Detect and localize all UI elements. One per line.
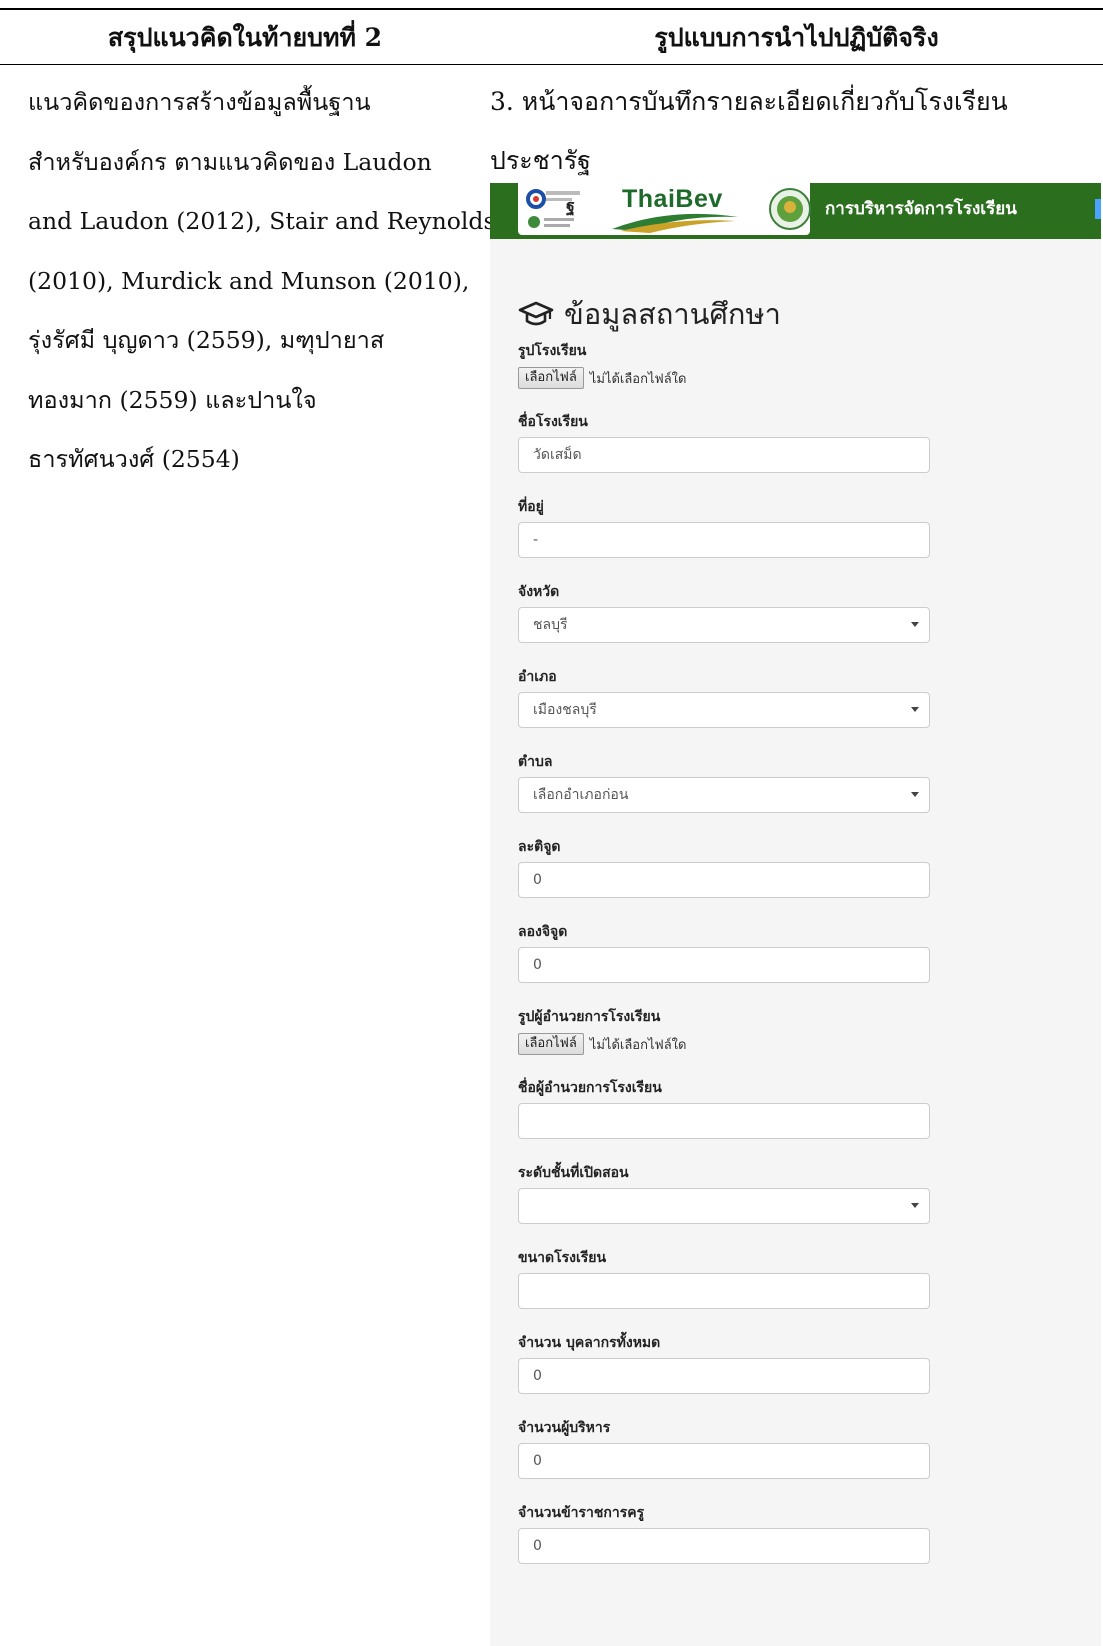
pracharat-school-logo-icon: ฐ <box>526 189 580 228</box>
choose-school-photo-button[interactable]: เลือกไฟล์ <box>518 367 584 389</box>
teachers-input[interactable]: 0 <box>518 1528 930 1564</box>
thaibev-logo-text: ThaiBev <box>622 185 723 213</box>
system-title: การบริหารจัดการโรงเรียน <box>825 199 1017 219</box>
district-select[interactable]: เมืองชลบุรี <box>518 692 930 728</box>
chevron-down-icon <box>911 1203 919 1208</box>
header-rule <box>0 64 1103 65</box>
choose-director-photo-button[interactable]: เลือกไฟล์ <box>518 1033 584 1055</box>
text-line: (2010), Murdick and Munson (2010), <box>28 266 470 295</box>
total-staff-input[interactable]: 0 <box>518 1358 930 1394</box>
text-line: สำหรับองค์กร ตามแนวคิดของ Laudon <box>28 147 432 176</box>
school-form-screenshot: ฐ ThaiBev การบริหารจัดการโรงเรียน ข้อมูล… <box>490 183 1101 1646</box>
right-column-header: รูปแบบการนำไปปฏิบัติจริง <box>654 23 939 52</box>
administrators-label: จำนวนผู้บริหาร <box>518 1420 611 1436</box>
total-staff-label: จำนวน บุคลากรทั้งหมด <box>518 1335 661 1351</box>
concept-summary-text: แนวคิดของการสร้างข้อมูลพื้นฐาน สำหรับองค… <box>28 78 496 495</box>
page-title: ข้อมูลสถานศึกษา <box>518 291 781 337</box>
app-banner: ฐ ThaiBev การบริหารจัดการโรงเรียน <box>490 183 1101 239</box>
director-name-input[interactable] <box>518 1103 930 1139</box>
province-label: จังหวัด <box>518 584 560 600</box>
address-input[interactable]: - <box>518 522 930 558</box>
logo-strip: ฐ ThaiBev <box>518 183 811 235</box>
director-name-label: ชื่อผู้อำนวยการโรงเรียน <box>518 1080 662 1096</box>
svg-text:ฐ: ฐ <box>566 196 575 216</box>
grade-levels-select[interactable] <box>518 1188 930 1224</box>
longitude-input[interactable]: 0 <box>518 947 930 983</box>
implementation-caption: 3. หน้าจอการบันทึกรายละเอียดเกี่ยวกับโรง… <box>490 78 1090 196</box>
province-select[interactable]: ชลบุรี <box>518 607 930 643</box>
caption-line: 3. หน้าจอการบันทึกรายละเอียดเกี่ยวกับโรง… <box>490 87 1008 116</box>
school-size-input[interactable] <box>518 1273 930 1309</box>
text-line: ทองมาก (2559) และปานใจ <box>28 385 317 414</box>
subdistrict-label: ตำบล <box>518 754 553 770</box>
school-photo-status: ไม่ได้เลือกไฟล์ใด <box>589 371 687 387</box>
school-name-input[interactable]: วัดเสม็ด <box>518 437 930 473</box>
text-line: and Laudon (2012), Stair and Reynolds <box>28 207 496 235</box>
text-line: ธารทัศนวงศ์ (2554) <box>28 445 240 473</box>
table-top-rule <box>0 8 1103 10</box>
latitude-input[interactable]: 0 <box>518 862 930 898</box>
thaibev-swoosh-icon <box>612 213 738 233</box>
chevron-down-icon <box>911 707 919 712</box>
text-line: รุ่งรัศมี บุญดาว (2559), มฑุปายาส <box>28 326 385 354</box>
text-line: แนวคิดของการสร้างข้อมูลพื้นฐาน <box>28 88 371 116</box>
address-label: ที่อยู่ <box>518 499 544 515</box>
school-photo-label: รูปโรงเรียน <box>518 343 587 359</box>
longitude-label: ลองจิจูด <box>518 924 568 940</box>
latitude-label: ละติจูด <box>518 839 561 855</box>
province-value: ชลบุรี <box>533 617 568 633</box>
subdistrict-value: เลือกอำเภอก่อน <box>533 787 629 803</box>
chevron-down-icon <box>911 792 919 797</box>
director-photo-upload: เลือกไฟล์ ไม่ได้เลือกไฟล์ใด <box>518 1032 686 1056</box>
chevron-down-icon <box>911 622 919 627</box>
district-value: เมืองชลบุรี <box>533 702 597 718</box>
director-photo-label: รูปผู้อำนวยการโรงเรียน <box>518 1009 661 1025</box>
school-size-label: ขนาดโรงเรียน <box>518 1250 607 1266</box>
teachers-label: จำนวนข้าราชการครู <box>518 1505 645 1521</box>
administrators-input[interactable]: 0 <box>518 1443 930 1479</box>
university-seal-icon <box>769 188 811 230</box>
director-photo-status: ไม่ได้เลือกไฟล์ใด <box>589 1037 687 1053</box>
grade-levels-label: ระดับชั้นที่เปิดสอน <box>518 1165 629 1181</box>
page-title-text: ข้อมูลสถานศึกษา <box>564 297 781 331</box>
left-column-header: สรุปแนวคิดในท้ายบทที่ 2 <box>107 23 383 52</box>
subdistrict-select[interactable]: เลือกอำเภอก่อน <box>518 777 930 813</box>
graduation-cap-icon <box>518 301 554 326</box>
school-photo-upload: เลือกไฟล์ ไม่ได้เลือกไฟล์ใด <box>518 366 686 390</box>
district-label: อำเภอ <box>518 669 557 685</box>
banner-accent <box>1095 199 1101 219</box>
school-name-label: ชื่อโรงเรียน <box>518 414 588 430</box>
